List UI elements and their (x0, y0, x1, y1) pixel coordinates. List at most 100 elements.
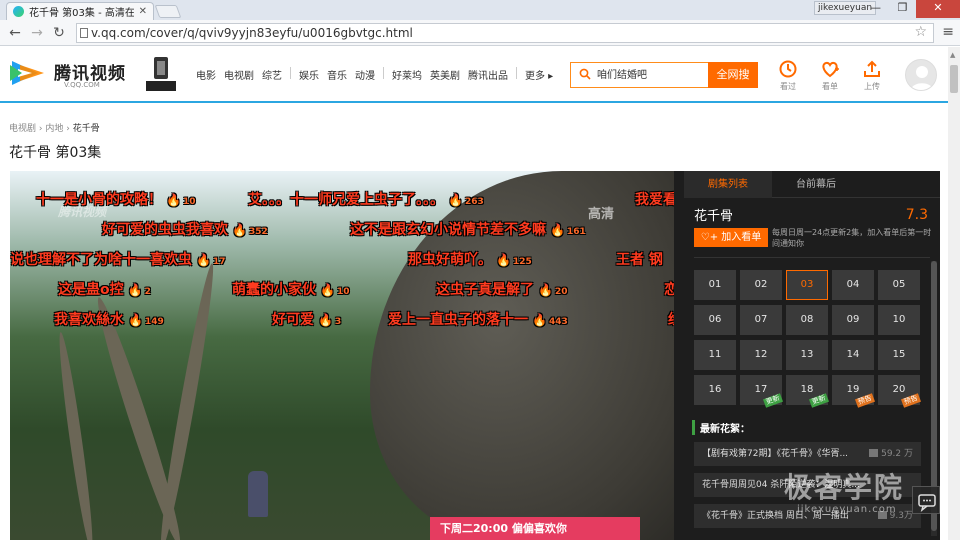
watchlist-button[interactable]: 看单 (812, 59, 848, 92)
episode-02[interactable]: 02 (740, 270, 782, 300)
history-label: 看过 (780, 82, 796, 91)
like-count: 10 (336, 287, 350, 297)
nav-anime[interactable]: 动漫 (355, 67, 375, 82)
episode-number: 01 (708, 279, 722, 290)
episode-tag: 更新 (763, 393, 783, 408)
add-button-label: 加入看单 (721, 232, 762, 243)
episode-17[interactable]: 17 更新 (740, 375, 783, 408)
danmaku-comment[interactable]: 这虫子真是解了 🔥 20 (436, 279, 567, 299)
browser-menu-icon[interactable]: ≡ (942, 24, 954, 40)
danmaku-comment[interactable]: 王者 钢 (616, 249, 663, 269)
breadcrumb-mainland[interactable]: 内地 (45, 124, 63, 134)
danmaku-comment[interactable]: 好可爱 🔥 3 (272, 309, 341, 329)
episode-number: 05 (892, 279, 906, 290)
main-nav: 电影 电视剧 综艺 娱乐 音乐 动漫 好莱坞 英美剧 腾讯出品 更多 ▸ (196, 67, 561, 82)
danmaku-comment[interactable]: 恋 (664, 279, 674, 299)
page-scrollbar-thumb[interactable] (950, 65, 958, 93)
nav-hollywood[interactable]: 好莱坞 (392, 67, 422, 82)
history-button[interactable]: 看过 (770, 59, 806, 92)
episode-number: 06 (708, 314, 722, 325)
search-all-button[interactable]: 全网搜 (708, 62, 758, 88)
nav-tencent-original[interactable]: 腾讯出品 (468, 67, 508, 82)
forward-arrow-icon[interactable]: → (28, 24, 46, 42)
episode-10[interactable]: 10 (878, 305, 920, 335)
danmaku-text: 恋 (664, 282, 674, 298)
close-window-button[interactable]: ✕ (916, 0, 960, 18)
url-field[interactable]: v.qq.com/cover/q/qviv9yyjn83eyfu/u0016gb… (76, 23, 934, 43)
danmaku-comment[interactable]: 说也理解不了为啥十一喜欢虫 🔥 17 (10, 249, 225, 269)
danmaku-comment[interactable]: 艾。。。十一师兄爱上虫子了。。。 🔥 263 (248, 189, 484, 209)
danmaku-text: 十一是小骨的攻略！ (36, 192, 162, 208)
danmaku-comment[interactable]: 我爱看 (635, 189, 674, 209)
breadcrumb-separator: › (38, 124, 43, 134)
danmaku-comment[interactable]: 萌蠢的小家伙 🔥 10 (232, 279, 349, 299)
danmaku-comment[interactable]: 我喜欢絲水 🔥 149 (54, 309, 164, 329)
nav-entertainment[interactable]: 娱乐 (299, 67, 319, 82)
danmaku-comment[interactable]: 那虫好萌吖。 🔥 125 (408, 249, 532, 269)
tab-episode-list[interactable]: 剧集列表 (684, 171, 772, 198)
schedule-banner[interactable]: 下周二20:00 偏偏喜欢你 (430, 517, 640, 540)
episode-12[interactable]: 12 (740, 340, 782, 370)
nav-music[interactable]: 音乐 (327, 67, 347, 82)
page-scrollbar[interactable]: ▲ (948, 47, 960, 540)
browser-tab[interactable]: 花千骨 第03集 - 高清在线 ✕ (6, 2, 154, 20)
danmaku-comment[interactable]: 爱上一直虫子的落十一 🔥 443 (388, 309, 568, 329)
episode-01[interactable]: 01 (694, 270, 736, 300)
url-text: v.qq.com/cover/q/qviv9yyjn83eyfu/u0016gb… (91, 26, 413, 40)
danmaku-comment[interactable]: 这是蛊o控 🔥 2 (58, 279, 151, 299)
clip-item[interactable]: 【剧有戏第72期】《花千骨》《华胥... 59.2 万 (694, 442, 921, 466)
user-avatar[interactable] (905, 59, 937, 91)
episode-05[interactable]: 05 (878, 270, 920, 300)
episode-16[interactable]: 16 (694, 375, 736, 405)
danmaku-comment[interactable]: 好可爱的虫虫我喜欢 🔥 352 (102, 219, 268, 239)
episode-number: 20 (892, 384, 906, 395)
chat-button[interactable] (912, 486, 940, 514)
episode-09[interactable]: 09 (832, 305, 874, 335)
add-to-watchlist-button[interactable]: ♡+ 加入看单 (694, 228, 768, 247)
clip-title: 【剧有戏第72期】《花千骨》《华胥... (702, 449, 849, 459)
danmaku-comment[interactable]: 十一是小骨的攻略！ 🔥 10 (36, 189, 195, 209)
episode-07[interactable]: 07 (740, 305, 782, 335)
minimize-button[interactable]: — (862, 0, 889, 18)
upload-button[interactable]: 上传 (854, 59, 890, 92)
reload-icon[interactable]: ↻ (50, 24, 68, 42)
tab-close-icon[interactable]: ✕ (139, 6, 147, 17)
episode-08[interactable]: 08 (786, 305, 828, 335)
brand-domain: V.QQ.COM (64, 81, 100, 89)
episode-11[interactable]: 11 (694, 340, 736, 370)
clip-views: 59.2 万 (869, 442, 913, 466)
nav-more[interactable]: 更多 ▸ (525, 67, 553, 82)
episode-number: 11 (708, 349, 722, 360)
nav-tv[interactable]: 电视剧 (224, 67, 254, 82)
breadcrumb-tv[interactable]: 电视剧 (9, 124, 36, 134)
episode-06[interactable]: 06 (694, 305, 736, 335)
scroll-up-icon[interactable]: ▲ (950, 51, 955, 59)
tencent-video-logo-icon[interactable] (8, 55, 48, 91)
danmaku-comment[interactable]: 这不是跟玄幻小说情节差不多嘛 🔥 161 (350, 219, 586, 239)
danmaku-text: 艾。。。十一师兄爱上虫子了。。。 (248, 192, 444, 208)
episode-04[interactable]: 04 (832, 270, 874, 300)
scene-figure (248, 471, 268, 517)
breadcrumb: 电视剧 › 内地 › 花千骨 (9, 121, 100, 134)
nav-movies[interactable]: 电影 (196, 67, 216, 82)
bookmark-star-icon[interactable]: ☆ (914, 24, 927, 40)
episode-20[interactable]: 20 预告 (878, 375, 921, 408)
episode-13[interactable]: 13 (786, 340, 828, 370)
episode-15[interactable]: 15 (878, 340, 920, 370)
episode-03[interactable]: 03 (786, 270, 828, 300)
back-arrow-icon[interactable]: ← (6, 24, 24, 42)
episode-14[interactable]: 14 (832, 340, 874, 370)
restore-button[interactable]: ❐ (889, 0, 916, 18)
tab-behind-scenes[interactable]: 台前幕后 (772, 171, 860, 198)
page-icon (80, 28, 88, 38)
episode-number: 03 (800, 279, 814, 290)
episode-number: 17 (754, 384, 768, 395)
nav-us-uk-drama[interactable]: 英美剧 (430, 67, 460, 82)
search-input[interactable] (597, 68, 705, 79)
new-tab-button[interactable] (154, 5, 182, 18)
episode-19[interactable]: 19 预告 (832, 375, 875, 408)
episode-18[interactable]: 18 更新 (786, 375, 829, 408)
video-player[interactable]: 腾讯视频 高清 十一是小骨的攻略！ 🔥 10 艾。。。十一师兄爱上虫子了。。。 🔥 263… (10, 171, 674, 540)
nav-variety[interactable]: 综艺 (262, 67, 282, 82)
voice-of-china-logo-icon[interactable] (144, 55, 178, 95)
